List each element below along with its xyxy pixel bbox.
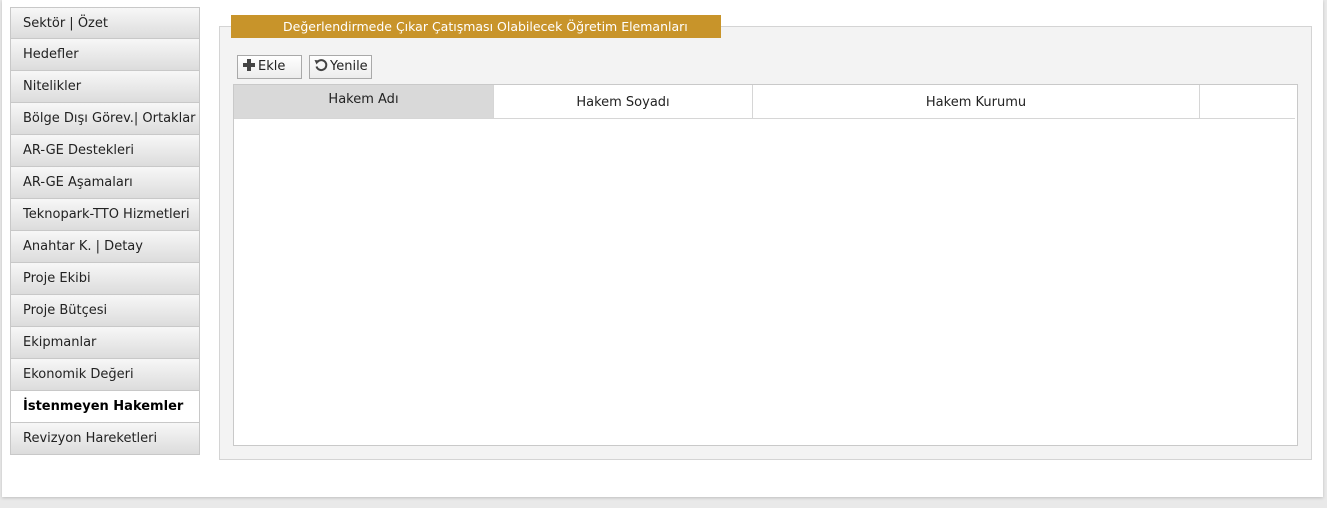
column-header-hakem-adi[interactable]: Hakem Adı (234, 85, 494, 118)
sidebar-item-sektor-ozet[interactable]: Sektör | Özet (10, 7, 200, 39)
refresh-icon (314, 59, 328, 72)
sidebar-item-arge-asamalari[interactable]: AR-GE Aşamaları (10, 167, 200, 199)
plus-icon (243, 59, 255, 71)
sidebar-item-proje-butcesi[interactable]: Proje Bütçesi (10, 295, 200, 327)
sidebar-item-istenmeyen-hakemler[interactable]: İstenmeyen Hakemler (10, 391, 200, 423)
sidebar-item-proje-ekibi[interactable]: Proje Ekibi (10, 263, 200, 295)
sidebar-item-nitelikler[interactable]: Nitelikler (10, 71, 200, 103)
sidebar-item-anahtar-detay[interactable]: Anahtar K. | Detay (10, 231, 200, 263)
column-header-hakem-soyadi[interactable]: Hakem Soyadı (494, 85, 753, 118)
refresh-button-label: Yenile (330, 59, 368, 74)
sidebar-item-ekipmanlar[interactable]: Ekipmanlar (10, 327, 200, 359)
grid-body (234, 119, 1295, 443)
add-button-label: Ekle (258, 59, 286, 74)
sidebar-nav: Sektör | Özet Hedefler Nitelikler Bölge … (10, 7, 200, 455)
refresh-button[interactable]: Yenile (309, 55, 372, 79)
panel-title: Değerlendirmede Çıkar Çatışması Olabilec… (231, 15, 721, 38)
column-header-hakem-kurumu[interactable]: Hakem Kurumu (753, 85, 1200, 118)
sidebar-item-ekonomik-degeri[interactable]: Ekonomik Değeri (10, 359, 200, 391)
sidebar-item-revizyon-hareketleri[interactable]: Revizyon Hareketleri (10, 423, 200, 455)
sidebar-item-bolge-disi-gorev[interactable]: Bölge Dışı Görev.| Ortaklar (10, 103, 200, 135)
grid-header: Hakem Adı Hakem Soyadı Hakem Kurumu (234, 85, 1295, 119)
column-header-actions (1200, 85, 1295, 118)
data-grid: Hakem Adı Hakem Soyadı Hakem Kurumu (233, 84, 1298, 446)
add-button[interactable]: Ekle (237, 55, 302, 79)
sidebar-item-arge-destekleri[interactable]: AR-GE Destekleri (10, 135, 200, 167)
sidebar-item-teknopark-tto[interactable]: Teknopark-TTO Hizmetleri (10, 199, 200, 231)
sidebar-item-hedefler[interactable]: Hedefler (10, 39, 200, 71)
